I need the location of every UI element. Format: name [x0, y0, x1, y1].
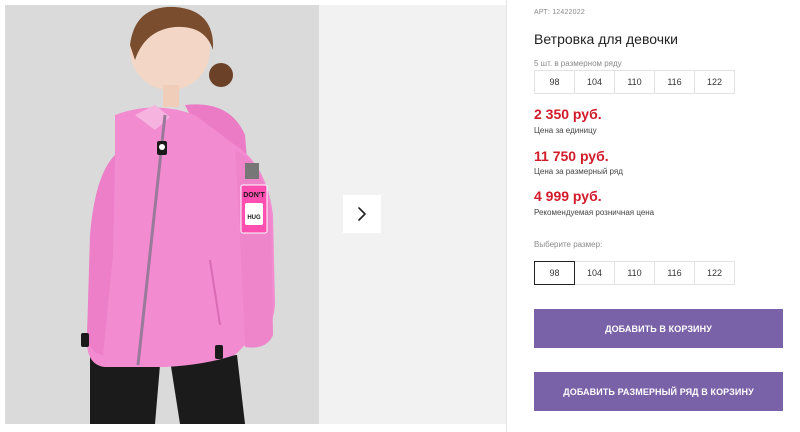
range-size-104: 104 — [574, 70, 615, 94]
range-price: 11 750 руб. — [534, 148, 609, 164]
add-range-to-cart-button[interactable]: ДОБАВИТЬ РАЗМЕРНЫЙ РЯД В КОРЗИНУ — [534, 372, 783, 411]
range-price-caption: Цена за размерный ряд — [534, 167, 623, 176]
size-option-98[interactable]: 98 — [534, 261, 575, 285]
product-gallery: DON'T HUG — [0, 0, 506, 432]
size-option-122[interactable]: 122 — [694, 261, 735, 285]
retail-price-caption: Рекомендуемая розничная цена — [534, 208, 655, 217]
range-size-110: 110 — [614, 70, 655, 94]
unit-price-caption: Цена за единицу — [534, 126, 597, 135]
product-title: Ветровка для девочки — [534, 31, 678, 47]
range-size-98: 98 — [534, 70, 575, 94]
product-article: АРТ: 12422022 — [534, 9, 585, 16]
size-option-110[interactable]: 110 — [614, 261, 655, 285]
product-photo[interactable]: DON'T HUG — [5, 5, 319, 424]
chevron-right-icon — [358, 207, 366, 221]
panel-divider — [506, 0, 507, 432]
add-to-cart-button[interactable]: ДОБАВИТЬ В КОРЗИНУ — [534, 309, 783, 348]
svg-text:HUG: HUG — [247, 215, 261, 221]
range-size-116: 116 — [654, 70, 695, 94]
gallery-next-button[interactable] — [343, 195, 381, 233]
retail-price: 4 999 руб. — [534, 188, 602, 204]
size-option-104[interactable]: 104 — [574, 261, 615, 285]
svg-text:DON'T: DON'T — [243, 192, 265, 199]
range-size-122: 122 — [694, 70, 735, 94]
size-select-label: Выберите размер: — [534, 240, 603, 249]
size-range-caption: 5 шт. в размерном ряду — [534, 59, 622, 68]
size-range-list: 98 104 110 116 122 — [534, 70, 735, 94]
product-photo-illustration: DON'T HUG — [5, 5, 319, 424]
size-option-116[interactable]: 116 — [654, 261, 695, 285]
size-selector: 98 104 110 116 122 — [534, 261, 735, 285]
unit-price: 2 350 руб. — [534, 106, 602, 122]
